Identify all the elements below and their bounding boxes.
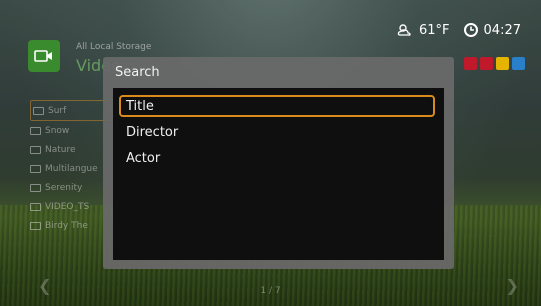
clock-icon [463,23,478,37]
search-dialog: Search Title Director Actor [103,57,454,269]
page-indicator: 1 / 7 [260,286,281,296]
view-button-yellow[interactable] [496,57,509,70]
view-button-blue[interactable] [512,57,525,70]
time-label: 04:27 [483,22,521,38]
source-label: All Local Storage [76,42,152,52]
video-icon [30,145,41,154]
search-option-title[interactable]: Title [119,95,435,117]
search-option-actor[interactable]: Actor [119,147,435,169]
temperature-label: 61°F [419,22,450,38]
video-category-icon [28,40,60,72]
search-option-director[interactable]: Director [119,121,435,143]
cloud-icon [397,24,411,36]
dialog-title: Search [115,65,160,80]
video-icon [30,183,41,192]
video-icon [30,126,41,135]
view-buttons [464,57,525,70]
view-button-red[interactable] [464,57,477,70]
search-options-panel: Title Director Actor [113,88,444,260]
video-icon [30,164,41,173]
view-button-red-2[interactable] [480,57,493,70]
video-icon [30,221,41,230]
video-icon [33,106,44,115]
video-icon [30,202,41,211]
camera-icon [34,50,52,62]
status-bar: 61°F 04:27 [397,22,521,38]
